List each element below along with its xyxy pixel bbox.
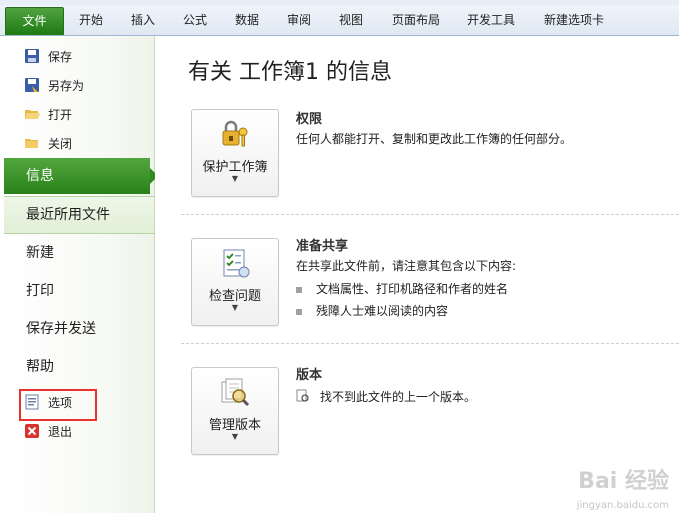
tab-page-layout[interactable]: 页面布局 [386, 8, 446, 32]
open-label: 打开 [48, 108, 73, 122]
versions-title: 版本 [296, 368, 323, 383]
permissions-description: 任何人都能打开、复制和更改此工作簿的任何部分。 [296, 132, 573, 146]
tab-insert[interactable]: 插入 [126, 8, 160, 32]
nav-tab-recent-label: 最近所用文件 [26, 207, 110, 223]
save-icon [25, 49, 39, 63]
quick-access-strip [0, 0, 679, 5]
save-label: 保存 [48, 50, 73, 64]
manage-versions-label: 管理版本 [208, 418, 261, 433]
key-lock-icon [222, 120, 248, 147]
info-panel: 有关 工作簿1 的信息 保护工作簿 ▼ 权限 任何人都能打开、复制和更改此工作簿… [155, 36, 679, 513]
close-folder-icon [25, 139, 38, 148]
tab-view[interactable]: 视图 [334, 8, 368, 32]
list-item: 文档属性、打印机路径和作者的姓名 [296, 280, 508, 297]
bullet-square-icon [296, 286, 302, 293]
highlight-box [19, 389, 97, 421]
checklist-icon [223, 249, 250, 278]
no-version-icon [296, 389, 309, 402]
ribbon-tab-bar: 文件 开始 插入 公式 数据 审阅 视图 页面布局 开发工具 新建选项卡 [0, 0, 679, 36]
nav-tab-new-label: 新建 [26, 245, 54, 261]
open-command[interactable]: 打开 [4, 101, 154, 127]
exit-command[interactable]: 退出 [4, 418, 154, 444]
nav-tab-info-label: 信息 [26, 168, 54, 184]
protect-workbook-button[interactable]: 保护工作簿 ▼ [191, 109, 279, 197]
tab-new-tab[interactable]: 新建选项卡 [538, 8, 610, 32]
save-as-command[interactable]: 另存为 [4, 72, 154, 98]
dropdown-arrow-icon: ▼ [231, 174, 239, 183]
exit-label: 退出 [48, 425, 73, 439]
prepare-sharing-section: 检查问题 ▼ 准备共享 在共享此文件前，请注意其包含以下内容: 文档属性、打印机… [181, 235, 676, 345]
save-as-label: 另存为 [48, 79, 85, 93]
prepare-sharing-description: 在共享此文件前，请注意其包含以下内容: [296, 259, 517, 273]
nav-tab-info[interactable]: 信息 [4, 158, 158, 194]
baidu-watermark-logo: Bai 经验 [578, 469, 669, 494]
section-divider [181, 343, 679, 344]
versions-description: 找不到此文件的上一个版本。 [320, 390, 477, 404]
tab-file[interactable]: 文件 [5, 7, 64, 35]
check-issues-button[interactable]: 检查问题 ▼ [191, 238, 279, 326]
dropdown-arrow-icon: ▼ [231, 303, 239, 312]
exit-icon [25, 424, 39, 438]
nav-tab-print-label: 打印 [26, 283, 54, 299]
baidu-watermark-url: jingyan.baidu.com [576, 500, 669, 511]
nav-tab-new[interactable]: 新建 [4, 235, 154, 271]
protect-workbook-label: 保护工作簿 [202, 160, 268, 175]
close-command[interactable]: 关闭 [4, 130, 154, 156]
nav-tab-save-send-label: 保存并发送 [26, 321, 96, 337]
versions-section: 管理版本 ▼ 版本 找不到此文件的上一个版本。 [181, 364, 676, 464]
close-label: 关闭 [48, 137, 73, 151]
list-item: 残障人士难以阅读的内容 [296, 302, 448, 319]
section-divider [181, 214, 679, 215]
tab-home[interactable]: 开始 [74, 8, 108, 32]
open-folder-icon [25, 110, 40, 119]
versions-description-row: 找不到此文件的上一个版本。 [296, 388, 476, 405]
backstage-nav: 保存 另存为 打开 关闭 信息 最近所用文件 新建 打印 保存并发送 帮助 选项… [4, 36, 158, 513]
page-title: 有关 工作簿1 的信息 [188, 60, 392, 85]
nav-tab-save-send[interactable]: 保存并发送 [4, 311, 154, 347]
list-item-text: 文档属性、打印机路径和作者的姓名 [316, 282, 509, 296]
nav-tab-recent[interactable]: 最近所用文件 [4, 196, 154, 234]
manage-versions-button[interactable]: 管理版本 ▼ [191, 367, 279, 455]
check-issues-label: 检查问题 [208, 289, 261, 304]
dropdown-arrow-icon: ▼ [231, 432, 239, 441]
bullet-square-icon [296, 308, 302, 315]
prepare-sharing-title: 准备共享 [296, 239, 349, 254]
nav-tab-print[interactable]: 打印 [4, 273, 154, 309]
tab-review[interactable]: 审阅 [282, 8, 316, 32]
version-search-icon [221, 378, 250, 407]
permissions-title: 权限 [296, 112, 323, 127]
permissions-section: 保护工作簿 ▼ 权限 任何人都能打开、复制和更改此工作簿的任何部分。 [181, 106, 676, 206]
nav-tab-help-label: 帮助 [26, 359, 54, 375]
save-as-icon [25, 78, 39, 92]
list-item-text: 残障人士难以阅读的内容 [316, 304, 449, 318]
save-command[interactable]: 保存 [4, 43, 154, 69]
tab-developer[interactable]: 开发工具 [461, 8, 521, 32]
tab-data[interactable]: 数据 [230, 8, 264, 32]
tab-formulas[interactable]: 公式 [178, 8, 212, 32]
nav-tab-help[interactable]: 帮助 [4, 349, 154, 385]
